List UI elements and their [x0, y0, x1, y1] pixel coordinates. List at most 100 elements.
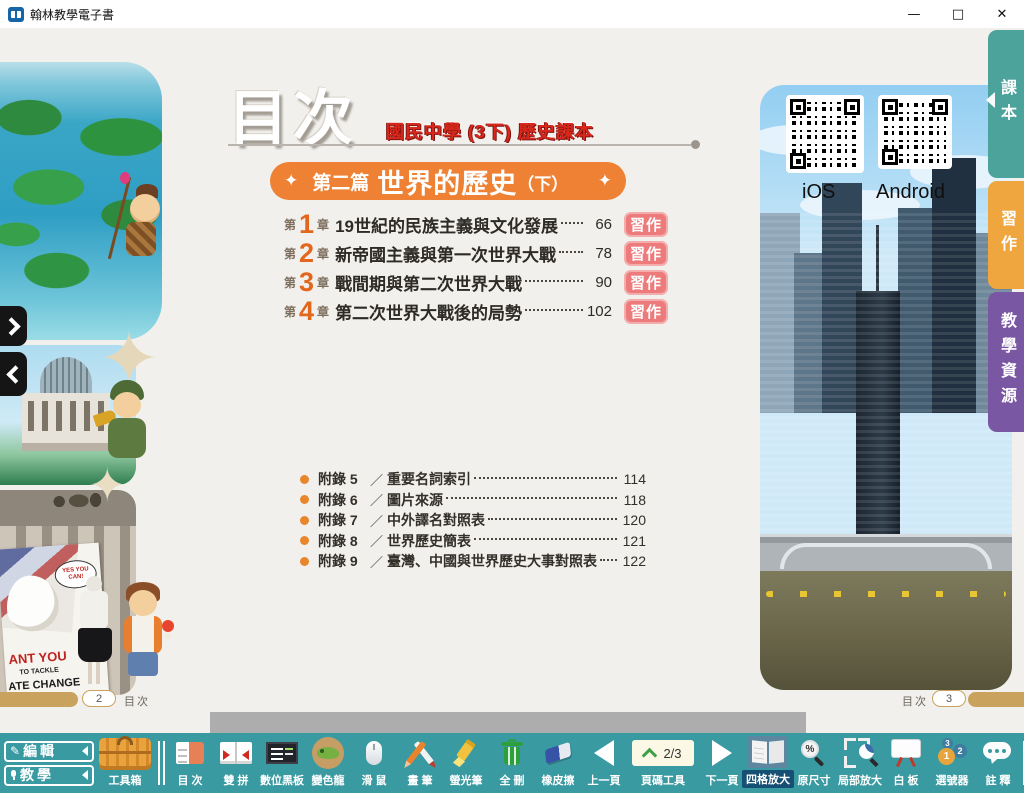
annotation-button[interactable]: 註 釋 [975, 733, 1021, 793]
dot-leader [474, 538, 617, 540]
page-back-edge-button[interactable] [0, 352, 27, 396]
appendix-page-number: 122 [620, 553, 646, 569]
dot-leader [525, 309, 583, 311]
partial-zoom-label: 局部放大 [838, 772, 882, 788]
chevron-up-icon [642, 747, 658, 763]
chapter-title[interactable]: 新帝國主義與第一次世界大戰 [335, 241, 556, 266]
maximize-button[interactable]: □ [936, 0, 980, 28]
poster-text-3: ATE CHANGE [8, 676, 81, 693]
close-button[interactable]: ✕ [980, 0, 1024, 28]
appendix-slash: ／ [370, 511, 383, 530]
minimize-button[interactable]: — [892, 0, 936, 28]
cartoon-reporter-character [116, 582, 172, 682]
section-prefix: 第二篇 [312, 168, 369, 195]
tab-workbook[interactable]: 習作 [988, 181, 1024, 289]
appendix-row: 附錄 7 ／ 中外譯名對照表 120 [300, 510, 646, 531]
teach-mode-label: 教學 [20, 765, 54, 785]
chapter-page-number: 66 [586, 216, 612, 233]
tab-textbook[interactable]: 課本 [988, 30, 1024, 178]
protester-person [78, 576, 112, 686]
appendix-title[interactable]: 圖片來源 [387, 490, 443, 510]
dual-page-button[interactable]: 雙 拼 [213, 733, 259, 793]
toolbox-icon [99, 738, 151, 770]
mouse-button[interactable]: 滑 鼠 [351, 733, 397, 793]
chapter-prefix: 第 [284, 303, 296, 320]
appendix-title[interactable]: 臺灣、中國與世界歷史大事對照表 [387, 551, 597, 571]
ball-1: 1 [938, 748, 955, 765]
partial-zoom-button[interactable]: 局部放大 [837, 733, 883, 793]
horizontal-scrollbar[interactable] [210, 712, 806, 733]
chapter-page-number: 102 [586, 303, 612, 320]
qr-code-ios [786, 95, 864, 173]
bullet-icon [300, 516, 309, 525]
chapter-list: 第 1 章 19世紀的民族主義與文化發展 66 習作 第 2 章 新帝國主義與第… [284, 210, 668, 326]
appendix-row: 附錄 5 ／ 重要名詞索引 114 [300, 469, 646, 490]
page-counter-tool[interactable]: 2/3 頁碼工具 [627, 733, 699, 793]
dual-page-icon [220, 742, 252, 764]
chapter-suffix: 章 [317, 216, 329, 233]
number-picker-button[interactable]: 3 2 1 選號器 [929, 733, 975, 793]
workbook-button[interactable]: 習作 [624, 299, 668, 324]
appendix-slash: ／ [370, 490, 383, 509]
toc-label: 目 次 [177, 772, 202, 788]
divider-end-dot [691, 140, 700, 149]
teach-mode-button[interactable]: 教學 [4, 765, 94, 786]
eraser-button[interactable]: 橡皮擦 [535, 733, 581, 793]
workbook-button[interactable]: 習作 [624, 270, 668, 295]
page-counter-box[interactable]: 2/3 [632, 740, 694, 766]
toc-button[interactable]: 目 次 [167, 733, 213, 793]
appendix-title[interactable]: 世界歷史簡表 [387, 531, 471, 551]
chameleon-button[interactable]: 變色龍 [305, 733, 351, 793]
trash-icon [501, 739, 523, 767]
chapter-prefix: 第 [284, 216, 296, 233]
toc-notebook-icon [176, 742, 204, 764]
ball-2: 2 [953, 744, 967, 758]
collapse-arrow-icon [82, 770, 88, 780]
bullet-icon [300, 557, 309, 566]
panel-expand-button[interactable] [0, 306, 27, 346]
chapter-title[interactable]: 19世紀的民族主義與文化發展 [335, 212, 558, 237]
window-titlebar: 翰林教學電子書 — □ ✕ [0, 0, 1024, 28]
delete-all-label: 全 刪 [499, 772, 524, 788]
appendix-list: 附錄 5 ／ 重要名詞索引 114 附錄 6 ／ 圖片來源 118 附錄 7 ／… [300, 469, 646, 572]
chameleon-label: 變色龍 [312, 772, 345, 788]
appendix-row: 附錄 6 ／ 圖片來源 118 [300, 490, 646, 511]
workbook-button[interactable]: 習作 [624, 241, 668, 266]
appendix-page-number: 121 [620, 533, 646, 549]
collapse-arrow-icon [82, 746, 88, 756]
brush-button[interactable]: 畫 筆 [397, 733, 443, 793]
digital-blackboard-button[interactable]: 數位黑板 [259, 733, 305, 793]
chapter-number: 1 [299, 211, 314, 238]
tab-teaching-resources[interactable]: 教學資源 [988, 292, 1024, 432]
edit-mode-button[interactable]: ✎ 編輯 [4, 741, 94, 762]
highlighter-button[interactable]: 螢光筆 [443, 733, 489, 793]
cartoon-tribal-character [112, 176, 170, 268]
chapter-row: 第 2 章 新帝國主義與第一次世界大戰 78 習作 [284, 239, 668, 268]
whiteboard-button[interactable]: 白 板 [883, 733, 929, 793]
prev-page-button[interactable]: 上一頁 [581, 733, 627, 793]
appendix-title[interactable]: 中外譯名對照表 [387, 510, 485, 530]
original-size-button[interactable]: % 原尺寸 [791, 733, 837, 793]
chapter-title[interactable]: 戰間期與第二次世界大戰 [335, 270, 522, 295]
next-page-button[interactable]: 下一頁 [699, 733, 745, 793]
original-size-label: 原尺寸 [798, 772, 831, 788]
poster-text-2: TO TACKLE [19, 667, 59, 677]
appendix-title[interactable]: 重要名詞索引 [387, 469, 471, 489]
edit-mode-label: 編輯 [23, 741, 57, 761]
toolbox-button[interactable]: 工具箱 [94, 733, 156, 793]
mouse-icon [366, 741, 382, 765]
quad-zoom-button[interactable]: 四格放大 [745, 733, 791, 793]
footer-label-right: 目次 [902, 693, 928, 709]
next-page-label: 下一頁 [706, 772, 739, 788]
microphone-icon [162, 620, 174, 632]
workbook-button[interactable]: 習作 [624, 212, 668, 237]
river [760, 571, 1012, 690]
delete-all-button[interactable]: 全 刪 [489, 733, 535, 793]
footer-page-number-right: 3 [932, 690, 966, 707]
footer-gold-bar-right [968, 692, 1024, 707]
appendix-row: 附錄 9 ／ 臺灣、中國與世界歷史大事對照表 122 [300, 551, 646, 572]
chapter-title[interactable]: 第二次世界大戰後的局勢 [335, 299, 522, 324]
bullet-icon [300, 475, 309, 484]
dot-leader [561, 222, 583, 224]
blackboard-icon [266, 742, 298, 764]
